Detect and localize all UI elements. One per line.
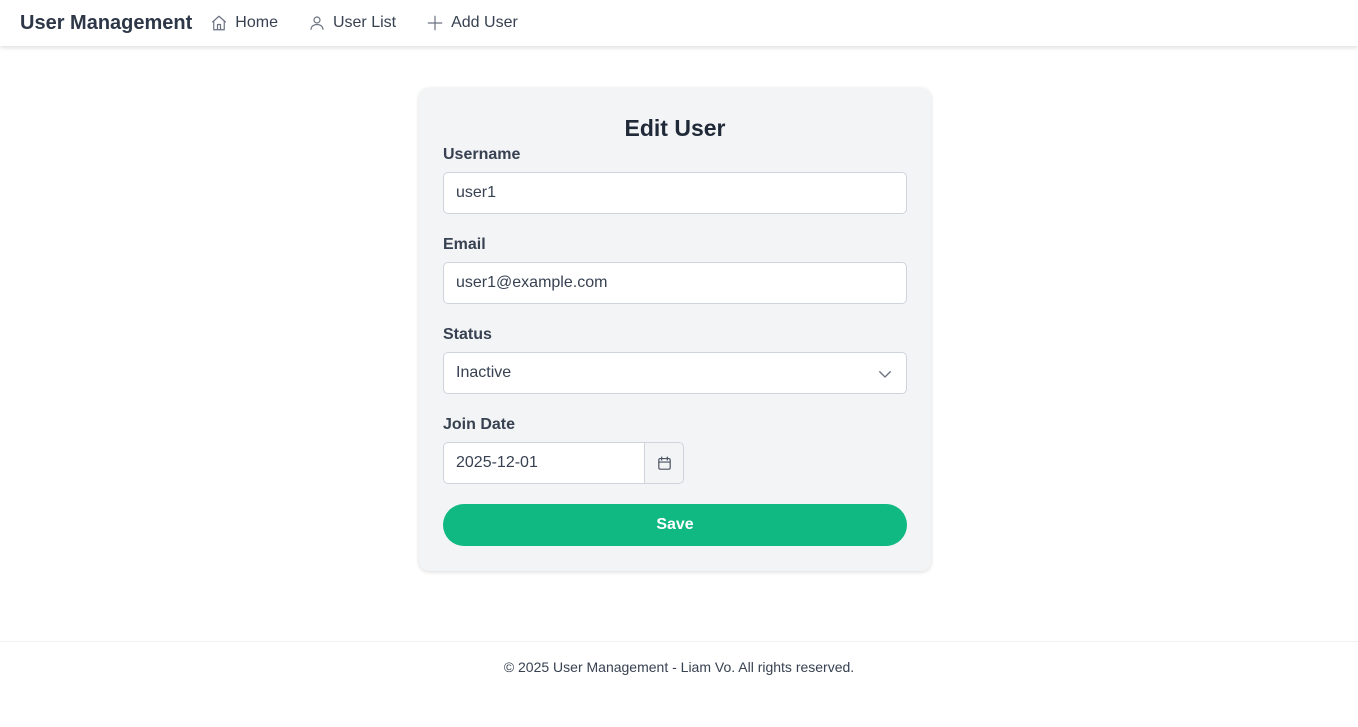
nav-link-label: Home (235, 14, 278, 31)
top-navbar: User Management Home User List Add User (0, 0, 1358, 46)
home-icon (210, 14, 228, 32)
nav-link-home[interactable]: Home (210, 14, 278, 32)
status-selected-value: Inactive (456, 364, 512, 381)
status-label: Status (443, 326, 492, 343)
page-footer: © 2025 User Management - Liam Vo. All ri… (0, 641, 1358, 727)
nav-link-add-user[interactable]: Add User (426, 14, 518, 32)
brand-title[interactable]: User Management (20, 12, 192, 35)
join-date-label: Join Date (443, 416, 516, 433)
username-field-group: Username (443, 145, 907, 214)
nav-link-label: User List (332, 14, 397, 31)
status-select[interactable]: Inactive (443, 352, 907, 394)
join-date-input[interactable] (443, 442, 644, 484)
calendar-icon (656, 455, 673, 472)
user-icon (308, 14, 326, 32)
status-field-group: Status Inactive (443, 325, 907, 394)
username-label: Username (443, 146, 521, 163)
edit-user-card: Edit User Username Email Status Inactive… (419, 88, 931, 571)
username-input[interactable] (443, 172, 907, 214)
email-label: Email (443, 236, 486, 253)
nav-link-label: Add User (451, 14, 518, 31)
footer-copyright: © 2025 User Management - Liam Vo. All ri… (503, 659, 855, 675)
plus-icon (426, 14, 444, 32)
email-field-group: Email (443, 235, 907, 304)
join-date-field-group: Join Date (443, 415, 907, 484)
email-input[interactable] (443, 262, 907, 304)
form-title: Edit User (624, 115, 726, 141)
save-button[interactable]: Save (443, 504, 907, 546)
join-date-control (443, 442, 684, 484)
nav-link-user-list[interactable]: User List (308, 14, 396, 32)
calendar-button[interactable] (644, 442, 684, 484)
chevron-down-icon (876, 365, 894, 383)
